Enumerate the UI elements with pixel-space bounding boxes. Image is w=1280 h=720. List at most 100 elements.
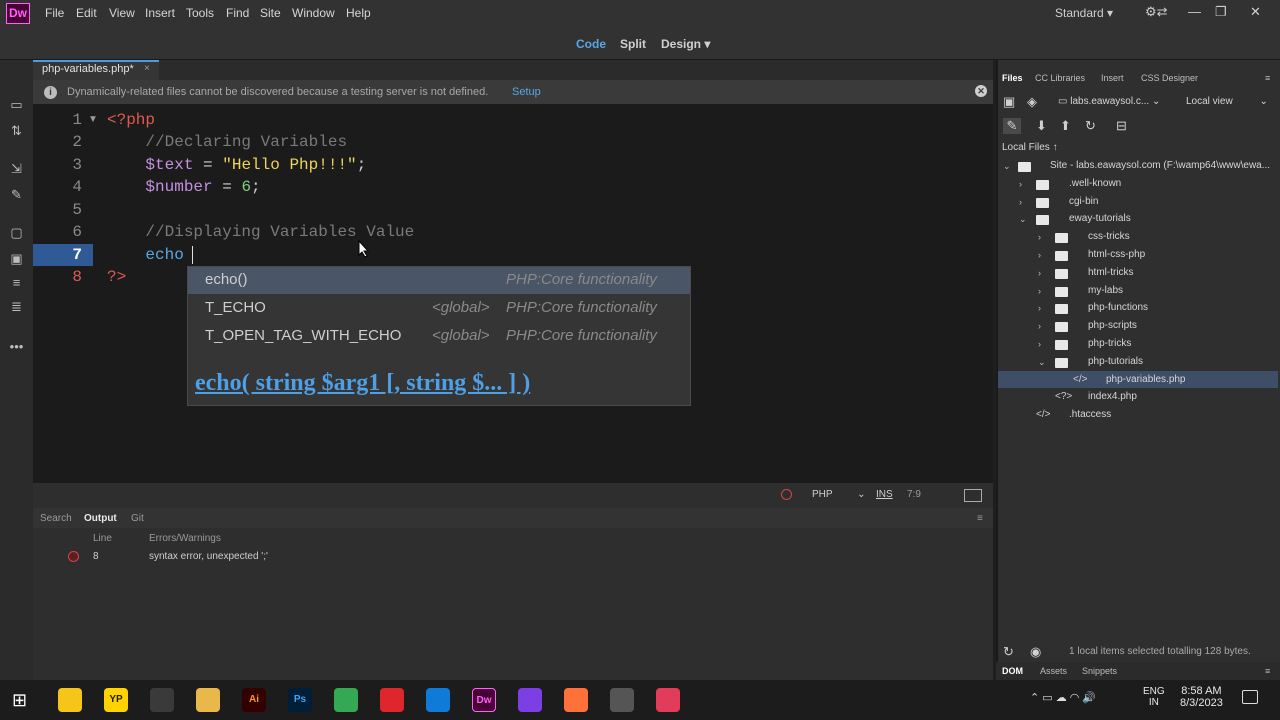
expand-icon[interactable]: ✎ (8, 188, 25, 202)
insert-mode[interactable]: INS (876, 489, 893, 500)
file-tree-item[interactable]: .well-known (1069, 178, 1121, 189)
workspace-switcher[interactable]: Standard ▾ (1055, 6, 1113, 20)
file-tree-item[interactable]: Site - labs.eawaysol.com (F:\wamp64\www\… (1050, 160, 1270, 171)
tab-snippets[interactable]: Snippets (1082, 666, 1117, 676)
indent-icon[interactable]: ≡ (8, 276, 25, 290)
tab-git[interactable]: Git (131, 513, 144, 524)
refresh-files-icon[interactable]: ↻ (1003, 644, 1014, 660)
file-tree-item[interactable]: my-labs (1088, 285, 1123, 296)
file-management-icon[interactable]: ⇅ (8, 124, 25, 138)
close-info-icon[interactable]: ✕ (975, 85, 987, 97)
site-select[interactable]: ▭ labs.eawaysol.c... ⌄ (1058, 96, 1160, 107)
site-settings-icon[interactable]: ◉ (1030, 644, 1041, 660)
language-select[interactable]: PHP ⌄ (812, 489, 866, 500)
chevron-icon[interactable]: › (1019, 179, 1022, 189)
chevron-icon[interactable]: › (1038, 321, 1041, 331)
code-hint-item[interactable]: T_OPEN_TAG_WITH_ECHO (205, 327, 401, 344)
clock[interactable]: 8:58 AM 8/3/2023 (1180, 685, 1223, 709)
settings-icon[interactable]: ⚙⇄ (1145, 4, 1168, 20)
chevron-icon[interactable]: › (1038, 268, 1041, 278)
error-line[interactable]: 8 (93, 551, 99, 562)
error-status-icon[interactable] (781, 489, 792, 500)
taskbar-app-icon[interactable] (656, 688, 680, 712)
taskbar-app-icon[interactable] (334, 688, 358, 712)
close-tab-icon[interactable]: × (144, 63, 150, 74)
notification-icon[interactable] (1242, 690, 1258, 704)
local-files-label[interactable]: Local Files ↑ (1002, 142, 1058, 153)
put-files-icon[interactable]: ⬆ (1060, 118, 1071, 134)
file-tree-item[interactable]: html-css-php (1088, 249, 1145, 260)
file-tree-item[interactable]: php-variables.php (1106, 374, 1186, 385)
chevron-icon[interactable]: › (1038, 232, 1041, 242)
menu-view[interactable]: View (109, 6, 135, 20)
code-hint-item[interactable]: echo() (205, 271, 248, 288)
refresh-icon[interactable]: ↻ (1085, 118, 1096, 134)
taskbar-app-icon[interactable] (610, 688, 634, 712)
taskbar-app-icon[interactable]: Dw (472, 688, 496, 712)
tab-css-designer[interactable]: CSS Designer (1141, 73, 1198, 83)
view-select[interactable]: Local view ⌄ (1186, 96, 1268, 107)
open-documents-icon[interactable]: ▭ (8, 98, 25, 112)
file-tree-item[interactable]: .htaccess (1069, 409, 1111, 420)
setup-link[interactable]: Setup (512, 86, 541, 98)
taskbar-app-icon[interactable] (564, 688, 588, 712)
comment-icon[interactable]: ▢ (8, 226, 25, 240)
chevron-icon[interactable]: ⌄ (1019, 214, 1027, 225)
menu-help[interactable]: Help (346, 6, 371, 20)
taskbar-app-icon[interactable]: Ps (288, 688, 312, 712)
wrap-tag-icon[interactable]: ▣ (8, 252, 25, 266)
taskbar-app-icon[interactable]: Ai (242, 688, 266, 712)
tab-search[interactable]: Search (40, 513, 72, 524)
bottom-panel-menu-icon[interactable]: ≡ (1265, 666, 1270, 676)
code-hint-item[interactable]: T_ECHO (205, 299, 266, 316)
panel-menu-icon[interactable]: ≡ (977, 513, 983, 524)
design-view-button[interactable]: Design ▾ (661, 37, 710, 51)
panel-options-icon[interactable]: ≡ (1265, 73, 1270, 83)
file-tree-item[interactable]: css-tricks (1088, 231, 1130, 242)
tab-assets[interactable]: Assets (1040, 666, 1067, 676)
menu-tools[interactable]: Tools (186, 6, 214, 20)
chevron-icon[interactable]: › (1038, 303, 1041, 313)
code-view-button[interactable]: Code (576, 37, 606, 51)
language-indicator[interactable]: ENG IN (1143, 686, 1165, 708)
tab-files[interactable]: Files (1002, 73, 1023, 83)
chevron-icon[interactable]: › (1038, 339, 1041, 349)
menu-insert[interactable]: Insert (145, 6, 175, 20)
chevron-icon[interactable]: › (1038, 250, 1041, 260)
more-icon[interactable]: ••• (8, 340, 25, 354)
taskbar-app-icon[interactable] (150, 688, 174, 712)
site-icon[interactable]: ◈ (1027, 94, 1037, 110)
taskbar-app-icon[interactable] (380, 688, 404, 712)
tab-cc-libraries[interactable]: CC Libraries (1035, 73, 1085, 83)
chevron-icon[interactable]: › (1019, 197, 1022, 207)
file-tree-item[interactable]: php-tricks (1088, 338, 1131, 349)
menu-find[interactable]: Find (226, 6, 249, 20)
expand-panel-icon[interactable]: ⊟ (1116, 118, 1127, 134)
tab-insert[interactable]: Insert (1101, 73, 1124, 83)
file-tree-item[interactable]: html-tricks (1088, 267, 1134, 278)
taskbar-app-icon[interactable]: YP (104, 688, 128, 712)
tab-output[interactable]: Output (84, 513, 117, 524)
file-tree-item[interactable]: eway-tutorials (1069, 213, 1131, 224)
file-tree-item[interactable]: php-functions (1088, 302, 1148, 313)
error-message[interactable]: syntax error, unexpected ';' (149, 551, 268, 562)
chevron-icon[interactable]: ⌄ (1003, 161, 1011, 172)
chevron-icon[interactable]: ⌄ (1038, 357, 1046, 368)
chevron-icon[interactable]: › (1038, 286, 1041, 296)
file-tree-item[interactable]: php-tutorials (1088, 356, 1143, 367)
taskbar-app-icon[interactable] (426, 688, 450, 712)
tab-dom[interactable]: DOM (1002, 666, 1023, 676)
fold-arrow-icon[interactable]: ▼ (88, 114, 98, 125)
function-signature[interactable]: echo( string $arg1 [, string $... ] ) (195, 370, 530, 397)
connect-icon[interactable]: ✎ (1003, 118, 1021, 134)
menu-window[interactable]: Window (292, 6, 335, 20)
minimize-icon[interactable]: — (1188, 4, 1201, 19)
get-files-icon[interactable]: ⬇ (1036, 118, 1047, 134)
split-view-button[interactable]: Split (620, 37, 646, 51)
taskbar-app-icon[interactable] (518, 688, 542, 712)
taskbar-app-icon[interactable] (196, 688, 220, 712)
close-window-icon[interactable]: ✕ (1250, 4, 1261, 20)
file-tree-item[interactable]: php-scripts (1088, 320, 1137, 331)
outdent-icon[interactable]: ≣ (8, 300, 25, 314)
file-tree-item[interactable]: index4.php (1088, 391, 1137, 402)
